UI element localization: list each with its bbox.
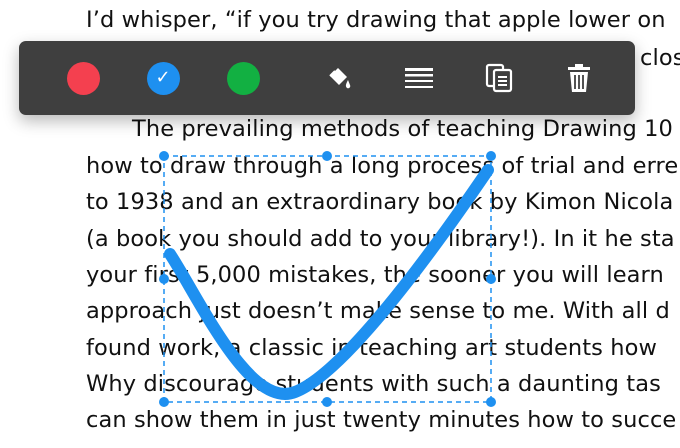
resize-handle-bottom[interactable] [322, 397, 332, 407]
color-green-button[interactable] [226, 61, 260, 95]
copy-icon [485, 63, 513, 93]
color-red-button[interactable] [66, 61, 100, 95]
text-line-fragment: close [640, 45, 680, 71]
resize-handle-bottom-left[interactable] [159, 397, 169, 407]
resize-handle-right[interactable] [486, 274, 496, 284]
text-line: The prevailing methods of teaching Drawi… [132, 116, 673, 142]
fill-button[interactable] [321, 61, 355, 95]
text-line: to 1938 and an extraordinary book by Kim… [86, 189, 674, 215]
line-weight-button[interactable] [402, 61, 436, 95]
color-blue-button[interactable]: ✓ [146, 61, 180, 95]
fill-bucket-icon [329, 68, 351, 89]
blue-swatch-icon: ✓ [146, 61, 180, 95]
delete-button[interactable] [562, 61, 596, 95]
red-swatch-icon [66, 61, 100, 95]
resize-handle-top-left[interactable] [159, 151, 169, 161]
resize-handle-top-right[interactable] [486, 151, 496, 161]
trash-icon [568, 64, 590, 92]
annotation-toolbar: ✓ [19, 41, 635, 115]
text-line: can show them in just twenty minutes how… [86, 407, 677, 433]
resize-handle-top[interactable] [322, 151, 332, 161]
green-swatch-icon [226, 61, 260, 95]
line-weight-icon [405, 68, 433, 88]
text-line: found work, a classic in teaching art st… [86, 335, 657, 361]
text-line: I’d whisper, “if you try drawing that ap… [86, 7, 666, 33]
text-line: Why discourage students with such a daun… [86, 371, 661, 397]
text-line: (a book you should add to your library!)… [86, 226, 675, 252]
text-line: how to draw through a long process of tr… [86, 153, 679, 179]
checkmark-icon: ✓ [155, 67, 171, 88]
resize-handle-bottom-right[interactable] [486, 397, 496, 407]
duplicate-button[interactable] [482, 61, 516, 95]
resize-handle-left[interactable] [159, 274, 169, 284]
